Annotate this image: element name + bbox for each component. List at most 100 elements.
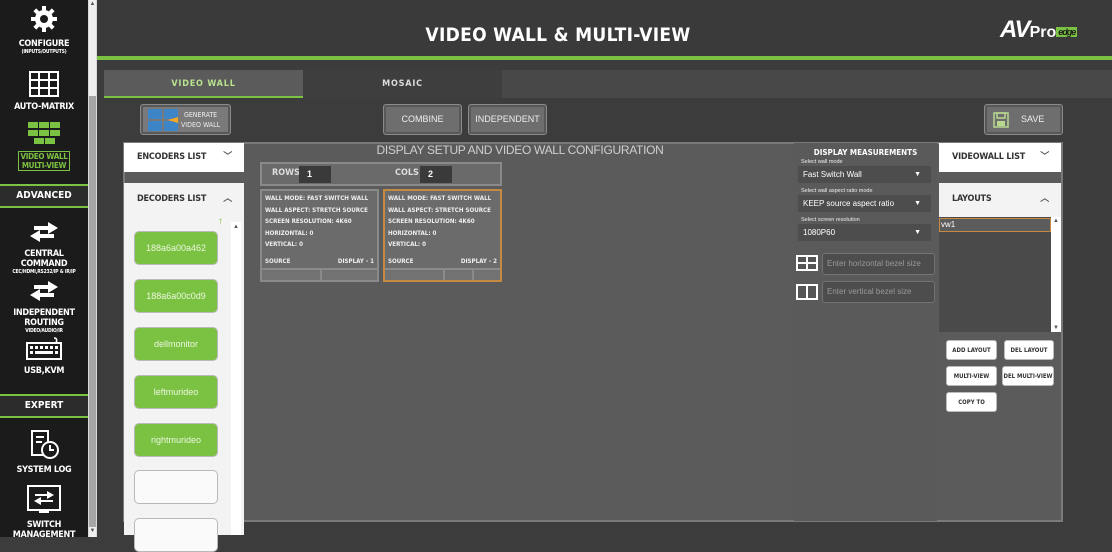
sidebar-item-video-wall[interactable]: VIDEO WALL MULTI-VIEW (0, 122, 88, 171)
sidebar-item-configure[interactable]: CONFIGURE (INPUTS/OUTPUTS) (0, 4, 88, 55)
wall-mode-text: WALL MODE: FAST SWITCH WALL (265, 195, 369, 202)
tab-video-wall[interactable]: VIDEO WALL (104, 70, 303, 98)
decoder-item[interactable] (134, 518, 218, 552)
logo-edge: edge (1056, 27, 1078, 37)
add-layout-button[interactable]: ADD LAYOUT (946, 340, 997, 360)
section-advanced: ADVANCED (0, 184, 88, 208)
decoder-item[interactable]: dellmonitor (134, 327, 218, 361)
section-expert: EXPERT (0, 394, 88, 418)
horizontal-bezel-icon (796, 255, 818, 271)
sidebar-scrollbar-thumb[interactable] (89, 0, 96, 537)
screen-resolution-text: SCREEN RESOLUTION: 4K60 (388, 218, 475, 225)
arrows-exchange-icon (30, 222, 58, 242)
decoder-item[interactable] (134, 470, 218, 504)
display-tile-1[interactable]: WALL MODE: FAST SWITCH WALL WALL ASPECT:… (260, 189, 379, 282)
del-layout-button[interactable]: DEL LAYOUT (1004, 340, 1054, 360)
save-button[interactable]: SAVE (984, 104, 1063, 135)
rows-label: ROWS (272, 168, 300, 178)
encoders-list-header[interactable]: ENCODERS LIST ﹀ (124, 143, 244, 172)
header: VIDEO WALL & MULTI-VIEW (97, 0, 1112, 58)
decoder-item[interactable]: 188a6a00c0d9 (134, 279, 218, 313)
display-slot-strip[interactable] (262, 268, 377, 280)
decoder-item[interactable]: rightmurideo (134, 423, 218, 457)
video-wall-icon (148, 109, 178, 131)
videowall-list-header[interactable]: VIDEOWALL LIST ﹀ (939, 143, 1061, 172)
keyboard-icon (26, 337, 62, 360)
gear-icon (31, 6, 57, 32)
logo-pro: Pro (1029, 24, 1057, 41)
decoder-item[interactable]: 188a6a00a462 (134, 231, 218, 265)
measurements-title: DISPLAY MEASUREMENTS (813, 148, 918, 157)
scroll-up-icon[interactable]: ▲ (1053, 218, 1059, 224)
resolution-select[interactable]: 1080P60 ▼ (798, 224, 931, 241)
combine-button[interactable]: COMBINE (383, 104, 462, 135)
layouts-scrollbar[interactable]: ▲ ▼ (1051, 217, 1061, 332)
scroll-down-icon[interactable]: ▼ (89, 528, 96, 535)
chevron-down-icon: ﹀ (223, 152, 232, 162)
wall-mode-select[interactable]: Fast Switch Wall ▼ (798, 166, 931, 183)
aspect-mode-value: KEEP source aspect ratio (803, 199, 895, 208)
avpro-edge-logo: AVPro edge (1000, 16, 1078, 44)
sidebar-item-switch-management[interactable]: SWITCH MANAGEMENT (0, 485, 88, 537)
sidebar-scrollbar[interactable]: ▲ ▼ (88, 0, 97, 537)
horizontal-text: HORIZONTAL: 0 (265, 229, 314, 237)
del-multi-view-button[interactable]: DEL MULTI-VIEW (1002, 366, 1054, 386)
sidebar-item-sublabel: VIDEO/AUDIO/IR (25, 328, 63, 334)
scroll-down-icon[interactable]: ▼ (1053, 325, 1059, 331)
sidebar-item-sublabel: CEC/HDMI,RS232/IP & IR/IP (12, 269, 76, 275)
display-slot-strip[interactable] (385, 268, 500, 280)
display-measurements-panel: DISPLAY MEASUREMENTS Select wall mode Fa… (794, 143, 937, 521)
sidebar-item-label: INDEPENDENT ROUTING (13, 308, 75, 328)
tab-mosaic[interactable]: MOSAIC (303, 70, 502, 98)
sidebar-item-sublabel: (INPUTS/OUTPUTS) (21, 49, 67, 55)
scroll-up-icon[interactable]: ▲ (89, 1, 96, 8)
generate-video-wall-button[interactable]: GENERATE VIDEO WALL (140, 104, 231, 135)
multi-view-button[interactable]: MULTI-VIEW (946, 366, 997, 386)
encoders-list-label: ENCODERS LIST (137, 152, 207, 162)
decoder-item[interactable]: leftmurideo (134, 375, 218, 409)
screen-resolution-text: SCREEN RESOLUTION: 4K60 (265, 218, 352, 225)
resolution-value: 1080P60 (803, 228, 836, 237)
sidebar-item-label: USB,KVM (23, 366, 65, 376)
wall-mode-value: Fast Switch Wall (803, 170, 862, 179)
video-wall-icon (28, 122, 60, 144)
config-title: DISPLAY SETUP AND VIDEO WALL CONFIGURATI… (376, 143, 664, 157)
horizontal-bezel-input[interactable]: Enter horizontal bezel size (822, 253, 935, 275)
decoders-list-label: DECODERS LIST (137, 194, 207, 204)
source-label: SOURCE (265, 258, 291, 265)
display-name: DISPLAY - 2 (460, 258, 497, 265)
sidebar-item-auto-matrix[interactable]: AUTO-MATRIX (0, 71, 88, 112)
aspect-mode-select[interactable]: KEEP source aspect ratio ▼ (798, 195, 931, 212)
vertical-bezel-input[interactable]: Enter vertical bezel size (822, 281, 935, 303)
sidebar-item-independent-routing[interactable]: INDEPENDENT ROUTING VIDEO/AUDIO/IR (0, 279, 88, 334)
save-icon (993, 112, 1009, 128)
decoders-scrollbar[interactable]: ▲ (231, 222, 241, 535)
scroll-up-icon[interactable]: ▲ (233, 224, 239, 230)
decoders-list-header[interactable]: DECODERS LIST ︿ (124, 183, 244, 218)
layout-item[interactable]: vw1 (939, 218, 1051, 232)
rows-cols-bar: ROWS 1 COLS 2 (260, 162, 502, 186)
rows-input[interactable]: 1 (299, 166, 331, 183)
wall-aspect-text: WALL ASPECT: STRETCH SOURCE (388, 206, 491, 214)
dropdown-arrow-icon: ▼ (914, 200, 921, 207)
arrow-up-icon: ↑ (218, 216, 223, 227)
cols-input[interactable]: 2 (420, 166, 452, 183)
display-tile-2[interactable]: WALL MODE: FAST SWITCH WALL WALL ASPECT:… (383, 189, 502, 282)
wall-mode-label: Select wall mode (801, 159, 843, 165)
layouts-header[interactable]: LAYOUTS ︿ (939, 183, 1061, 217)
vertical-bezel-icon (796, 284, 818, 300)
sidebar-item-usb-kvm[interactable]: USB,KVM (0, 337, 88, 376)
sidebar-item-label: SYSTEM LOG (16, 465, 72, 475)
chevron-up-icon: ︿ (223, 194, 232, 204)
sidebar-item-system-log[interactable]: SYSTEM LOG (0, 430, 88, 475)
independent-button[interactable]: INDEPENDENT (468, 104, 547, 135)
display-info: WALL MODE: FAST SWITCH WALL WALL ASPECT:… (265, 193, 368, 251)
generate-video-wall-label: GENERATE VIDEO WALL (181, 111, 221, 129)
logo-av: AV (1000, 16, 1031, 43)
horizontal-text: HORIZONTAL: 0 (388, 229, 437, 237)
sidebar-item-label: SWITCH MANAGEMENT (12, 520, 76, 537)
sidebar-item-central-command[interactable]: CENTRAL COMMAND CEC/HDMI,RS232/IP & IR/I… (0, 220, 88, 275)
vertical-text: VERTICAL: 0 (388, 241, 426, 248)
aspect-mode-label: Select wall aspect ratio mode (801, 188, 873, 194)
copy-to-button[interactable]: COPY TO (946, 392, 997, 412)
